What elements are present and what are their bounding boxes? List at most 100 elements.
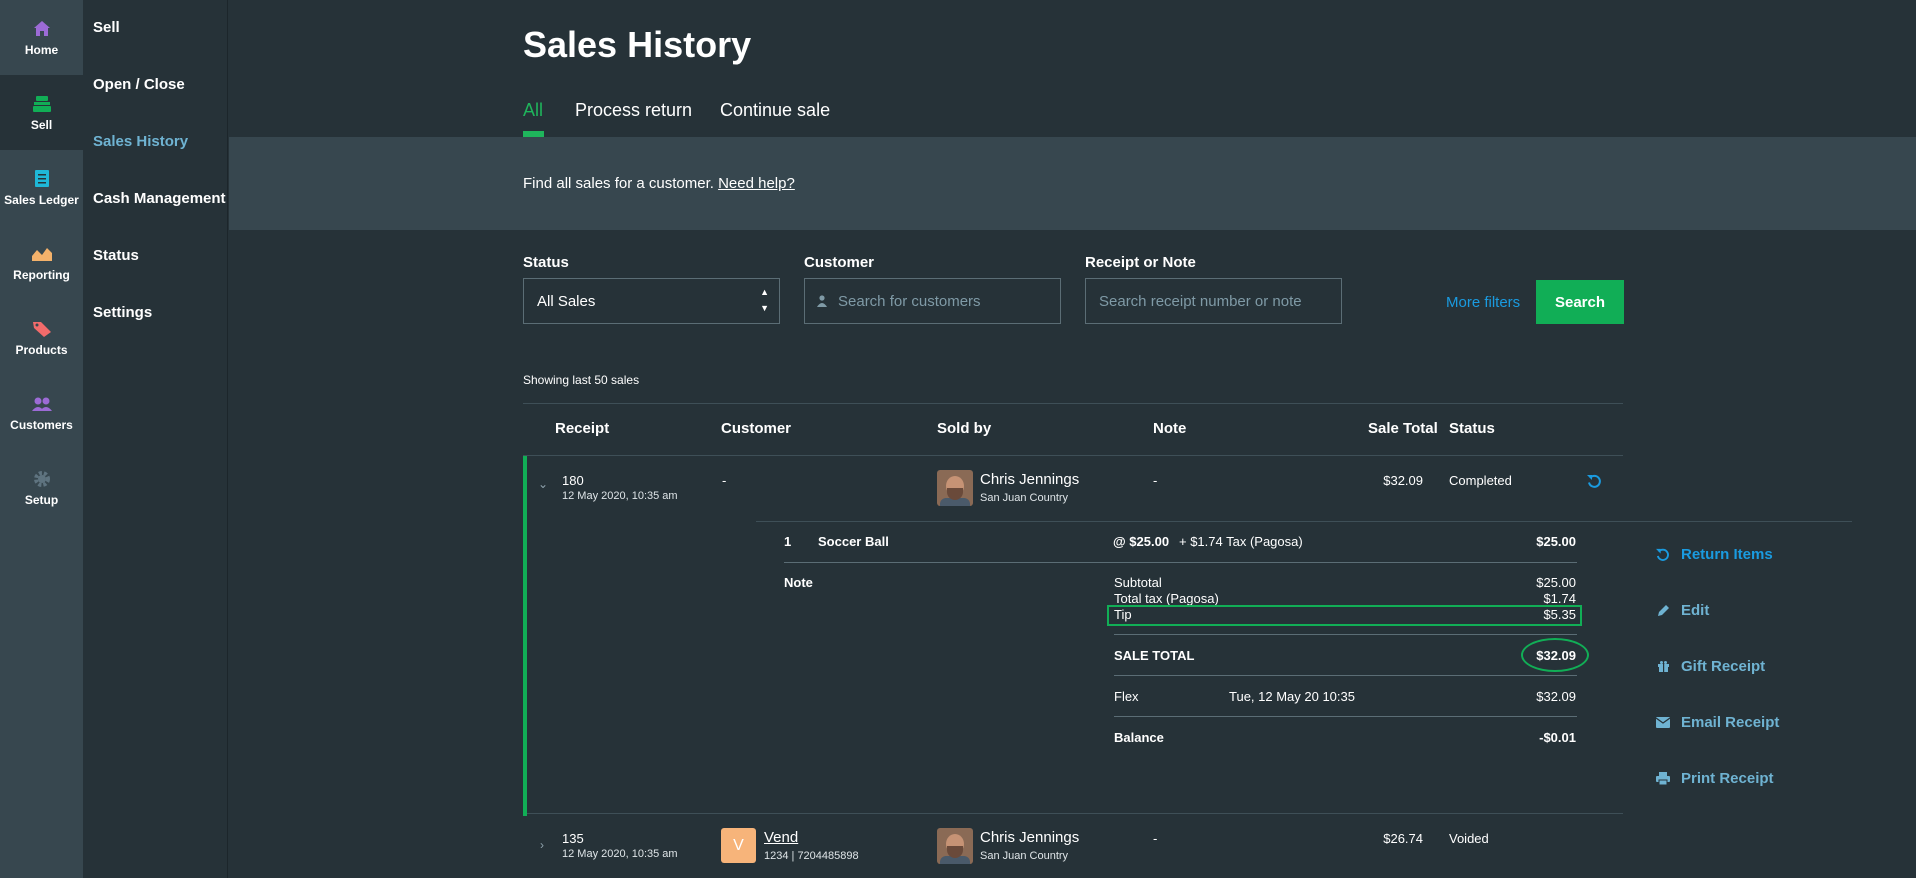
search-button[interactable]: Search	[1536, 280, 1624, 324]
status-select-value: All Sales	[537, 292, 596, 310]
rail-home-label: Home	[24, 42, 59, 57]
seller-outlet: San Juan Country	[980, 850, 1069, 862]
rail-products-label: Products	[15, 342, 68, 357]
rail-setup[interactable]: Setup	[0, 450, 83, 525]
rail-customers-label: Customers	[10, 417, 73, 432]
tip-highlight-box	[1107, 605, 1582, 626]
status-select[interactable]: All Sales ▲ ▼	[523, 278, 780, 324]
header-note[interactable]: Note	[1153, 420, 1186, 437]
submenu-open-close[interactable]: Open / Close	[93, 76, 185, 93]
receipt-number[interactable]: 135	[562, 831, 584, 846]
rail-reporting-label: Reporting	[13, 267, 70, 282]
rail-setup-label: Setup	[24, 492, 59, 507]
submenu-sales-history[interactable]: Sales History	[93, 133, 188, 150]
help-banner: Find all sales for a customer. Need help…	[229, 137, 1916, 230]
sale-status: Completed	[1449, 473, 1512, 488]
rail-sales-ledger[interactable]: Sales Ledger	[0, 150, 83, 225]
tab-continue-sale[interactable]: Continue sale	[720, 100, 830, 121]
line-tax: + $1.74 Tax (Pagosa)	[1179, 534, 1303, 549]
header-receipt[interactable]: Receipt	[555, 420, 609, 437]
page-header: Sales History All Process return Continu…	[229, 0, 1916, 137]
customer-name-link[interactable]: Vend	[764, 829, 798, 846]
ledger-icon	[31, 169, 53, 189]
sale-total-label: SALE TOTAL	[1114, 648, 1195, 663]
header-status[interactable]: Status	[1449, 420, 1495, 437]
tax-value: $1.74	[1543, 591, 1576, 606]
balance-value: -$0.01	[1539, 730, 1576, 745]
tab-process-return[interactable]: Process return	[575, 100, 692, 121]
line-total: $25.00	[1536, 534, 1576, 549]
submenu-settings[interactable]: Settings	[93, 304, 152, 321]
rail-sell[interactable]: Sell	[0, 75, 83, 150]
return-items-label: Return Items	[1681, 546, 1773, 563]
icon-rail: Home Sell Sales Ledger Reporting Product…	[0, 0, 83, 878]
sale-status: Voided	[1449, 831, 1489, 846]
print-receipt-button[interactable]: Print Receipt	[1655, 770, 1774, 787]
printer-icon	[1655, 772, 1671, 785]
chevron-down-icon[interactable]: ⌄	[538, 477, 548, 491]
rail-sales-ledger-label: Sales Ledger	[4, 192, 79, 207]
sale-row-expanded	[523, 456, 1623, 816]
seller-outlet: San Juan Country	[980, 492, 1069, 504]
rail-home[interactable]: Home	[0, 0, 83, 75]
gear-icon	[31, 469, 53, 489]
divider	[523, 403, 1623, 404]
divider	[527, 813, 1623, 814]
edit-button[interactable]: Edit	[1655, 602, 1709, 619]
email-receipt-button[interactable]: Email Receipt	[1655, 714, 1779, 731]
tab-all[interactable]: All	[523, 100, 543, 121]
edit-label: Edit	[1681, 602, 1710, 619]
customer-search-placeholder: Search for customers	[838, 292, 981, 310]
more-filters-link[interactable]: More filters	[1446, 294, 1520, 311]
line-item-name: Soccer Ball	[818, 534, 889, 549]
print-receipt-label: Print Receipt	[1681, 770, 1774, 787]
submenu-status[interactable]: Status	[93, 247, 139, 264]
customer-name: -	[722, 473, 727, 488]
rail-products[interactable]: Products	[0, 300, 83, 375]
rail-sell-label: Sell	[30, 117, 53, 132]
rail-customers[interactable]: Customers	[0, 375, 83, 450]
header-sale-total[interactable]: Sale Total	[1368, 420, 1438, 437]
receipt-date: 12 May 2020, 10:35 am	[562, 848, 678, 860]
tag-icon	[31, 319, 53, 339]
divider	[784, 562, 1577, 563]
sale-total: $26.74	[1383, 831, 1423, 846]
return-items-button[interactable]: Return Items	[1655, 546, 1773, 563]
header-customer[interactable]: Customer	[721, 420, 791, 437]
receipt-search-field[interactable]: Search receipt number or note	[1085, 278, 1342, 324]
people-icon	[31, 394, 53, 414]
sale-total-highlight-oval	[1521, 638, 1589, 672]
submenu-cash-management[interactable]: Cash Management	[93, 190, 226, 207]
receipt-filter-label: Receipt or Note	[1085, 254, 1196, 271]
payment-method: Flex	[1114, 689, 1139, 704]
customer-search-field[interactable]: Search for customers	[804, 278, 1061, 324]
customer-details: 1234 | 7204485898	[764, 850, 859, 862]
header-sold-by[interactable]: Sold by	[937, 420, 991, 437]
gift-receipt-label: Gift Receipt	[1681, 658, 1766, 675]
seller-avatar	[937, 828, 973, 864]
email-receipt-label: Email Receipt	[1681, 714, 1780, 731]
rail-reporting[interactable]: Reporting	[0, 225, 83, 300]
divider	[1114, 716, 1577, 717]
gift-receipt-button[interactable]: Gift Receipt	[1655, 658, 1765, 675]
page-title: Sales History	[523, 24, 752, 65]
submenu-sell[interactable]: Sell	[93, 19, 120, 36]
customer-filter-label: Customer	[804, 254, 875, 271]
return-icon[interactable]	[1587, 474, 1602, 494]
subtotal-label: Subtotal	[1114, 575, 1162, 590]
chevron-right-icon[interactable]: ›	[540, 838, 544, 852]
chart-icon	[31, 244, 53, 264]
need-help-link[interactable]: Need help?	[718, 175, 795, 192]
seller-avatar	[937, 470, 973, 506]
divider	[756, 521, 1852, 522]
receipt-search-placeholder: Search receipt number or note	[1099, 292, 1302, 310]
balance-label: Balance	[1114, 730, 1164, 745]
divider	[1114, 634, 1577, 635]
receipt-number[interactable]: 180	[562, 473, 584, 488]
line-qty: 1	[784, 534, 792, 549]
pencil-icon	[1655, 604, 1671, 617]
seller-name: Chris Jennings	[980, 471, 1080, 488]
note-label: Note	[784, 575, 813, 590]
sale-note: -	[1153, 473, 1158, 488]
main-content: Sales History All Process return Continu…	[229, 0, 1916, 878]
